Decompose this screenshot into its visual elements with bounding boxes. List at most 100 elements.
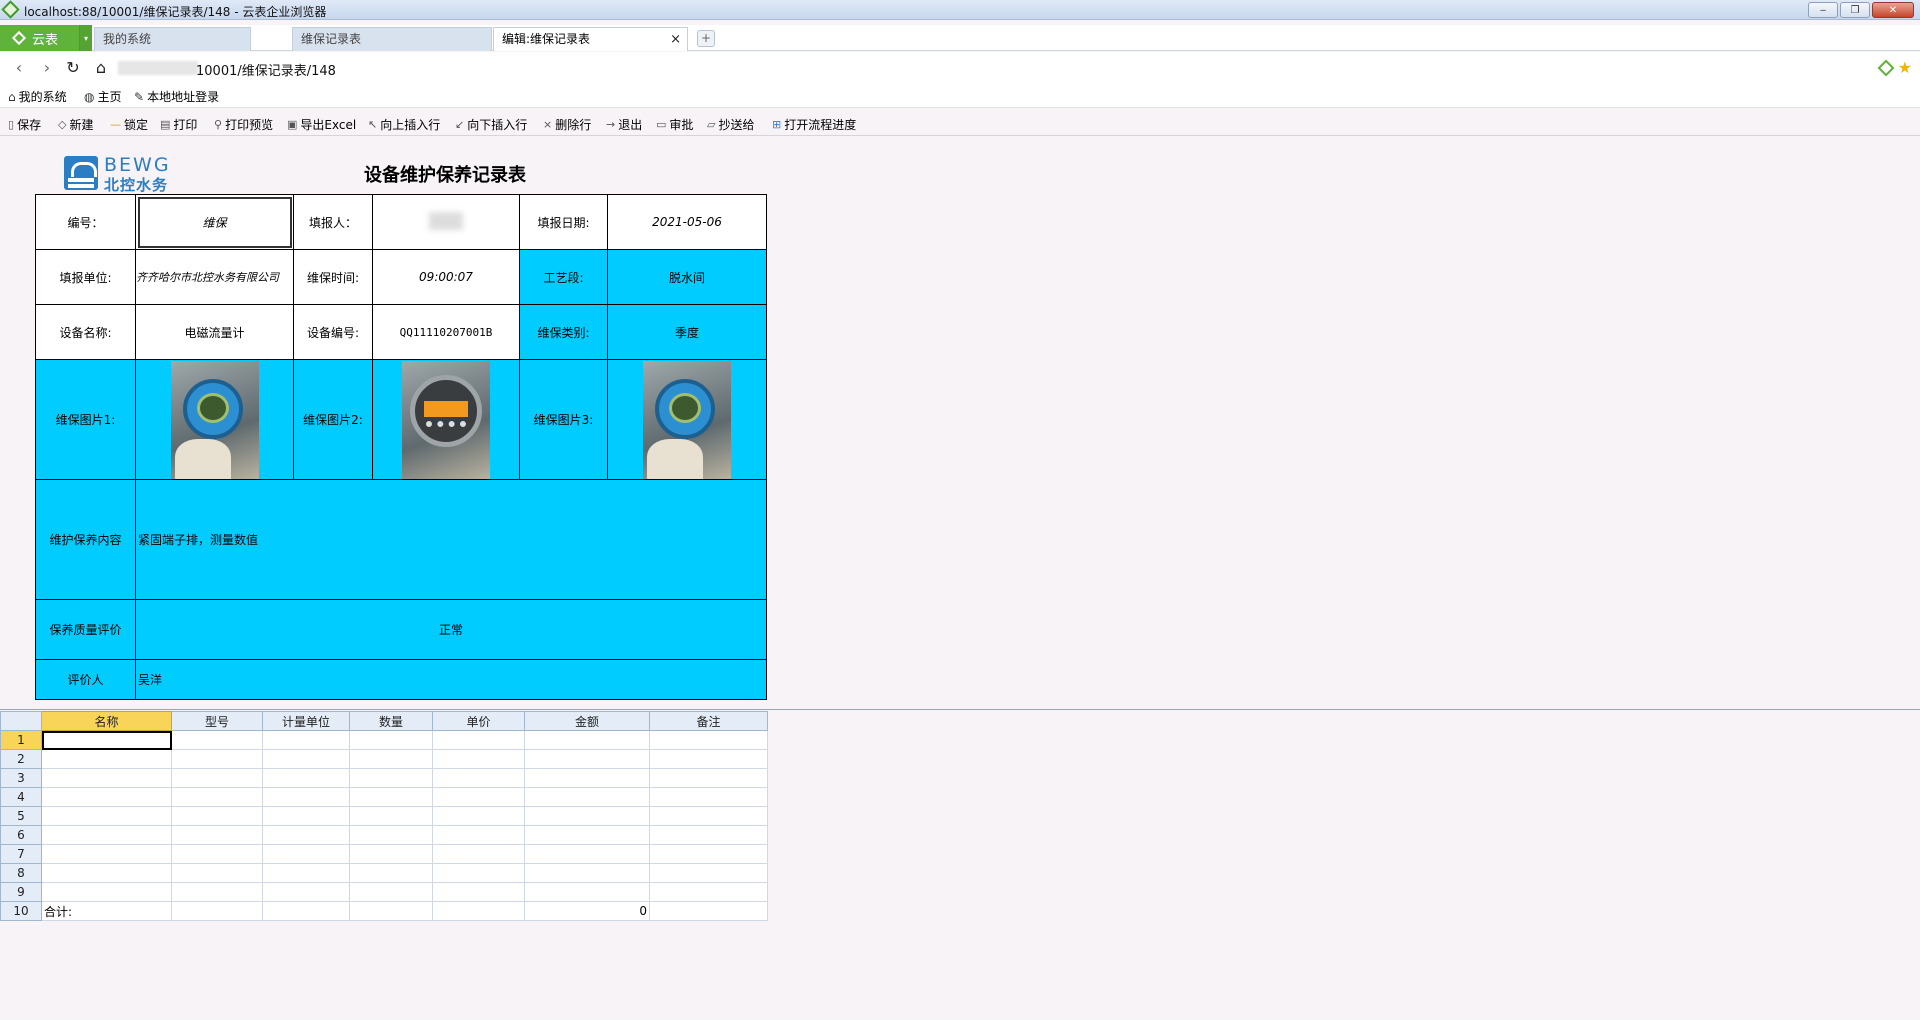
- grid-cell[interactable]: [432, 825, 525, 845]
- grid-cell[interactable]: [432, 730, 525, 750]
- row-header[interactable]: 10: [0, 901, 42, 921]
- grid-cell[interactable]: [41, 844, 172, 864]
- grid-cell[interactable]: [171, 768, 263, 788]
- grid-cell[interactable]: [41, 863, 172, 883]
- grid-cell[interactable]: [41, 730, 172, 750]
- row-header[interactable]: 3: [0, 768, 42, 788]
- row-header[interactable]: 1: [0, 730, 42, 750]
- field-device-name[interactable]: 电磁流量计: [135, 304, 294, 360]
- field-unit[interactable]: 齐齐哈尔市北控水务有限公司: [135, 249, 294, 305]
- grid-cell[interactable]: [262, 901, 350, 921]
- grid-cell[interactable]: [524, 844, 650, 864]
- row-header[interactable]: 4: [0, 787, 42, 807]
- field-photo3[interactable]: [607, 359, 767, 480]
- close-window-button[interactable]: ✕: [1872, 2, 1914, 18]
- grid-cell[interactable]: [649, 901, 768, 921]
- favorite-star-icon[interactable]: ★: [1898, 60, 1912, 76]
- maintenance-photo-1[interactable]: [170, 360, 259, 479]
- app-diamond-icon[interactable]: [1877, 59, 1895, 77]
- grid-cell[interactable]: [649, 863, 768, 883]
- col-header-amount[interactable]: 金额: [524, 711, 650, 731]
- col-header-price[interactable]: 单价: [432, 711, 525, 731]
- grid-cell[interactable]: [349, 901, 433, 921]
- brand-menu-button[interactable]: 云表: [0, 25, 80, 51]
- grid-cell[interactable]: [524, 787, 650, 807]
- grid-cell[interactable]: [649, 730, 768, 750]
- insert-row-above-button[interactable]: ↖ 向上插入行: [368, 116, 440, 133]
- minimize-button[interactable]: ‒: [1808, 2, 1838, 18]
- grid-cell[interactable]: [262, 863, 350, 883]
- grid-cell[interactable]: [349, 730, 433, 750]
- fav-homepage[interactable]: ◍ 主页: [84, 88, 122, 105]
- new-button[interactable]: ◇ 新建: [58, 116, 93, 133]
- grid-cell[interactable]: [171, 825, 263, 845]
- fav-my-system[interactable]: ⌂ 我的系统: [8, 88, 67, 105]
- maintenance-photo-3[interactable]: [643, 360, 731, 479]
- grid-cell[interactable]: [432, 882, 525, 902]
- tab-close-icon[interactable]: ×: [670, 28, 681, 51]
- col-header-model[interactable]: 型号: [171, 711, 263, 731]
- grid-cell[interactable]: [262, 806, 350, 826]
- grid-cell[interactable]: [349, 749, 433, 769]
- field-content[interactable]: 紧固端子排，测量数值: [135, 479, 767, 600]
- new-tab-button[interactable]: +: [697, 30, 715, 47]
- fav-local-login[interactable]: ✎ 本地地址登录: [134, 88, 219, 105]
- tab-maintenance-record[interactable]: 维保记录表: [292, 27, 492, 51]
- field-device-no[interactable]: QQ11110207001B: [372, 304, 520, 360]
- row-header[interactable]: 7: [0, 844, 42, 864]
- grid-cell[interactable]: [171, 882, 263, 902]
- grid-cell[interactable]: [649, 787, 768, 807]
- row-header[interactable]: 8: [0, 863, 42, 883]
- grid-cell[interactable]: [349, 787, 433, 807]
- lock-button[interactable]: — 锁定: [110, 116, 148, 133]
- grid-cell[interactable]: [524, 768, 650, 788]
- grid-cell[interactable]: [432, 844, 525, 864]
- field-process[interactable]: 脱水间: [607, 249, 767, 305]
- field-number[interactable]: 维保: [135, 194, 294, 250]
- grid-cell[interactable]: [262, 844, 350, 864]
- grid-cell[interactable]: [524, 882, 650, 902]
- grid-cell[interactable]: [349, 844, 433, 864]
- field-evaluator[interactable]: 吴洋: [135, 659, 767, 700]
- field-maint-time[interactable]: 09:00:07: [372, 249, 520, 305]
- grid-cell[interactable]: [649, 806, 768, 826]
- home-icon[interactable]: ⌂: [92, 59, 110, 77]
- url-field[interactable]: 10001/维保记录表/148: [196, 60, 336, 79]
- grid-corner[interactable]: [0, 711, 42, 731]
- print-preview-button[interactable]: ⚲ 打印预览: [214, 116, 273, 133]
- row-header[interactable]: 6: [0, 825, 42, 845]
- field-quality[interactable]: 正常: [135, 599, 767, 660]
- tab-my-system[interactable]: 我的系统: [94, 27, 251, 51]
- grid-cell[interactable]: [649, 768, 768, 788]
- grid-cell[interactable]: [262, 730, 350, 750]
- col-header-quantity[interactable]: 数量: [349, 711, 433, 731]
- grid-cell[interactable]: [171, 806, 263, 826]
- maintenance-photo-2[interactable]: [402, 360, 490, 479]
- grid-cell[interactable]: [432, 749, 525, 769]
- field-photo1[interactable]: [135, 359, 294, 480]
- grid-cell[interactable]: [262, 825, 350, 845]
- grid-cell[interactable]: [41, 749, 172, 769]
- grid-cell[interactable]: [432, 863, 525, 883]
- field-filler[interactable]: [372, 194, 520, 250]
- grid-cell[interactable]: [649, 825, 768, 845]
- col-header-unit[interactable]: 计量单位: [262, 711, 350, 731]
- grid-cell[interactable]: [432, 901, 525, 921]
- field-fill-date[interactable]: 2021-05-06: [607, 194, 767, 250]
- grid-cell[interactable]: [262, 882, 350, 902]
- row-header[interactable]: 9: [0, 882, 42, 902]
- tab-edit-maintenance-record[interactable]: 编辑:维保记录表 ×: [493, 27, 688, 51]
- grid-cell[interactable]: [649, 882, 768, 902]
- field-photo2[interactable]: [372, 359, 520, 480]
- brand-dropdown-button[interactable]: ▾: [80, 25, 92, 51]
- grid-cell[interactable]: [262, 749, 350, 769]
- grid-cell[interactable]: [649, 844, 768, 864]
- export-excel-button[interactable]: ▣ 导出Excel: [287, 116, 356, 133]
- grid-cell[interactable]: [171, 749, 263, 769]
- grid-cell[interactable]: [171, 787, 263, 807]
- save-button[interactable]: ▯ 保存: [8, 116, 41, 133]
- forward-icon[interactable]: ›: [38, 59, 56, 77]
- grid-cell[interactable]: [524, 863, 650, 883]
- refresh-icon[interactable]: ↻: [64, 59, 82, 77]
- grid-cell[interactable]: [41, 768, 172, 788]
